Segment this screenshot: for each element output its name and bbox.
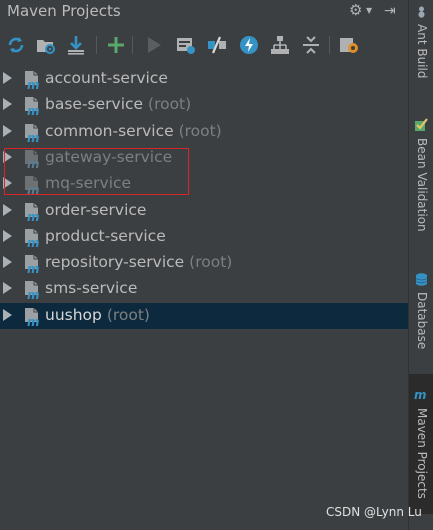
maven-module-icon: m [25,123,40,143]
generate-sources-button[interactable] [34,34,58,56]
module-name: account-service [45,69,168,87]
show-dependencies-button[interactable] [268,34,292,56]
expand-arrow-icon[interactable] [3,98,12,111]
maven-module-icon: m [25,97,40,116]
toggle-offline-button[interactable] [205,34,229,56]
reimport-icon [8,37,24,53]
gear-icon[interactable]: ⚙ [349,1,362,19]
maven-module-icon: m [25,255,40,274]
maven-module-icon: m [25,71,40,90]
tree-row[interactable]: m account-service [0,66,408,92]
svg-text:m: m [27,288,40,300]
svg-text:m: m [27,104,40,116]
maven-module-icon: m [25,228,40,248]
download-icon [68,36,84,55]
toolbar-separator [96,36,97,54]
execute-goal-button[interactable] [174,34,198,56]
tab-label: Bean Validation [415,138,429,232]
show-dependencies-icon [271,36,289,54]
run-icon [148,37,161,53]
tab-database[interactable]: Database [409,268,433,363]
panel-title-bar: Maven Projects ⚙ ▼ ⇥ [0,0,408,25]
maven-module-icon: m [25,307,40,327]
maven-module-icon: m [25,281,40,300]
module-name-text: uushop [45,305,102,324]
module-name-text: product-service [45,226,166,245]
tab-label: Maven Projects [415,408,429,499]
svg-text:m: m [27,78,40,90]
tree-row[interactable]: m sms-service [0,276,408,302]
module-name-text: base-service [45,95,144,114]
module-name: common-service (root) [45,122,222,140]
collapse-all-icon [303,36,319,54]
expand-arrow-icon[interactable] [3,72,12,84]
database-icon [415,273,428,286]
root-suffix: (root) [106,305,150,324]
tree-row[interactable]: m common-service (root) [0,119,408,145]
collapse-all-button[interactable] [299,34,323,56]
tab-ant-build[interactable]: Ant Build [409,0,433,100]
tab-label: Database [415,292,429,350]
svg-text:m: m [27,315,40,327]
module-name: order-service [45,201,146,219]
toolbar-separator [132,36,133,54]
root-suffix: (root) [148,95,192,114]
maven-icon: m [414,388,427,402]
add-project-button[interactable] [104,34,128,56]
panel-title: Maven Projects [7,2,121,20]
module-name-text: order-service [45,200,147,219]
tab-label: Ant Build [415,24,429,79]
watermark: CSDN @Lynn Lu [326,505,422,519]
annotation-highlight-box [4,148,189,195]
expand-arrow-icon[interactable] [3,124,12,137]
right-tool-strip: Ant Build Bean Validation Database m Mav… [408,0,433,530]
tree-row[interactable]: m repository-service (root) [0,250,408,276]
tree-row[interactable]: m uushop (root) [0,302,408,329]
module-name-text: account-service [45,69,168,87]
skip-tests-icon [240,36,258,54]
hide-panel-icon[interactable]: ⇥ [384,3,396,19]
generate-sources-icon [37,40,55,54]
skip-tests-button[interactable] [237,34,261,56]
tab-maven-projects[interactable]: m Maven Projects [409,374,433,514]
settings-icon [340,38,358,53]
svg-text:m: m [27,262,40,274]
module-name-text: repository-service [45,253,185,272]
maven-projects-panel: Maven Projects ⚙ ▼ ⇥ m account-service m… [0,0,408,530]
module-name-text: common-service [45,121,174,140]
root-suffix: (root) [189,253,233,272]
svg-text:m: m [27,210,40,222]
reimport-button[interactable] [4,34,28,56]
tab-bean-validation[interactable]: Bean Validation [409,112,433,262]
expand-arrow-icon[interactable] [3,256,12,269]
maven-settings-button[interactable] [337,34,361,56]
bean-validation-icon [415,118,428,131]
module-name: repository-service (root) [45,253,232,271]
maven-module-icon: m [25,202,40,222]
tree-row[interactable]: m order-service [0,198,408,224]
tree-row[interactable]: m product-service [0,224,408,250]
module-name: product-service [45,227,166,245]
svg-text:m: m [27,131,40,143]
add-icon [108,37,124,53]
chevron-down-icon[interactable]: ▼ [366,6,372,15]
toolbar-separator [329,36,330,54]
expand-arrow-icon[interactable] [3,308,12,321]
expand-arrow-icon[interactable] [3,203,12,216]
expand-arrow-icon[interactable] [3,229,12,242]
module-name: sms-service [45,279,137,297]
execute-goal-icon [177,38,195,54]
root-suffix: (root) [178,121,222,140]
download-button[interactable] [64,34,88,56]
expand-arrow-icon[interactable] [3,282,12,295]
svg-text:m: m [27,236,40,248]
module-name-text: sms-service [45,279,138,298]
module-name: base-service (root) [45,95,191,113]
ant-icon [418,6,425,18]
module-name: uushop (root) [45,306,150,324]
tree-row[interactable]: m base-service (root) [0,92,408,118]
maven-toolbar [0,31,408,59]
run-button[interactable] [142,34,166,56]
toggle-offline-icon [208,36,226,54]
